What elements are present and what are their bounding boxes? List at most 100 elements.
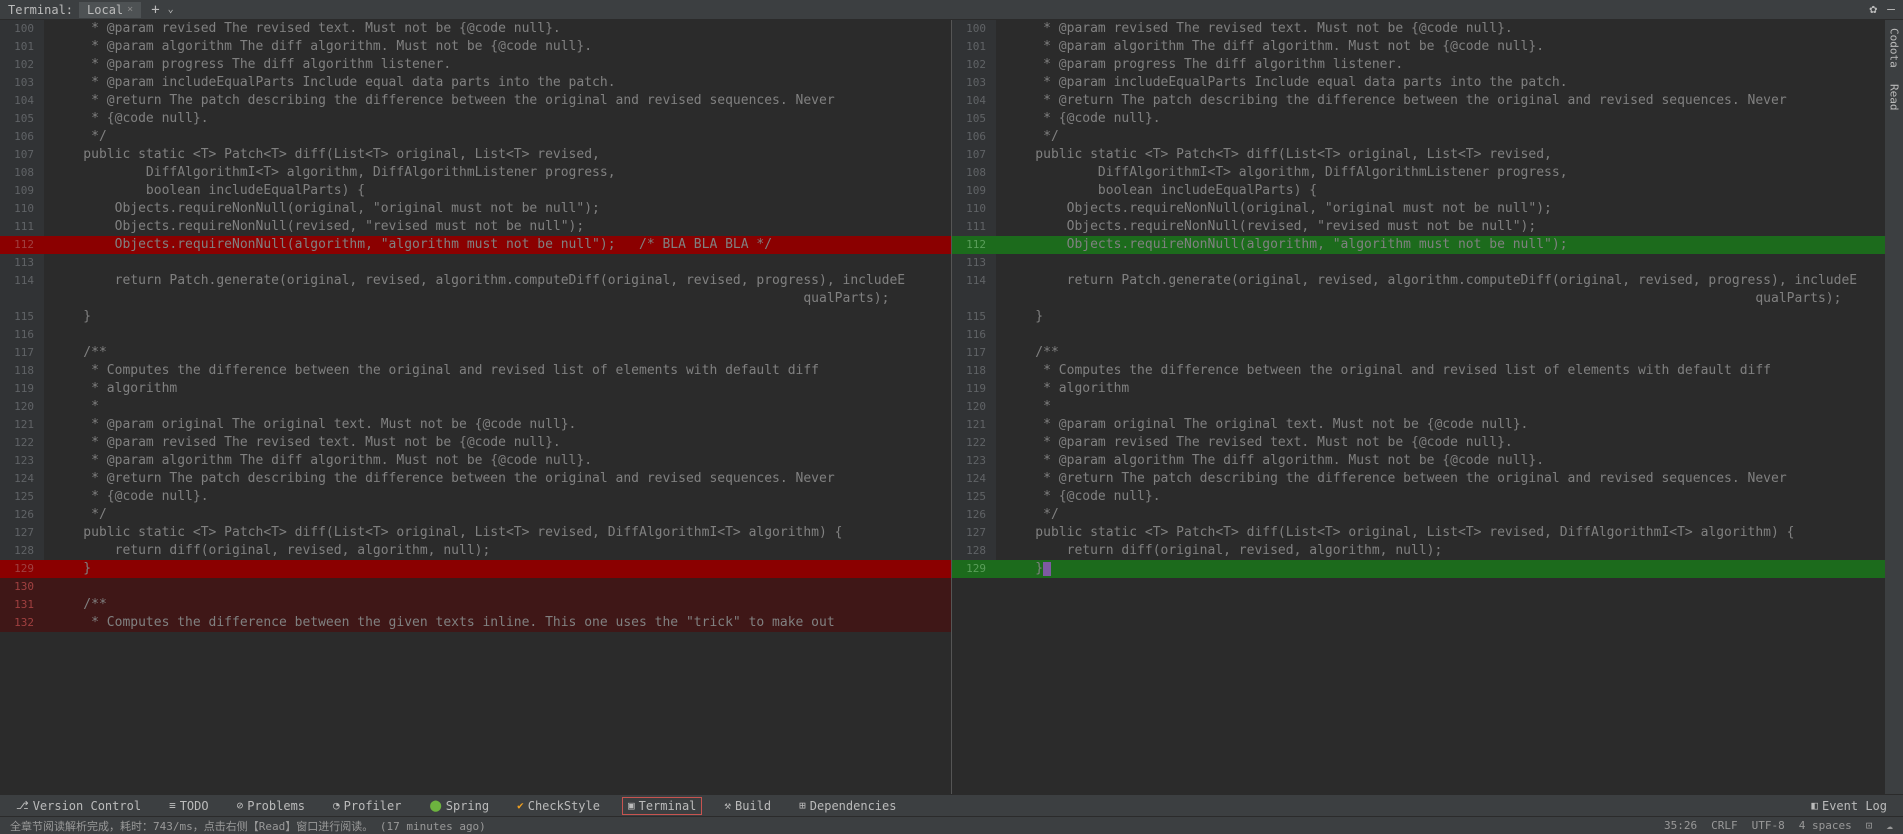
line-number: 111 xyxy=(0,218,44,236)
code-line[interactable]: 131 /** xyxy=(0,596,951,614)
code-line[interactable]: 107 public static <T> Patch<T> diff(List… xyxy=(0,146,951,164)
code-line[interactable]: 128 return diff(original, revised, algor… xyxy=(0,542,951,560)
code-line[interactable]: 125 * {@code null}. xyxy=(952,488,1903,506)
tab-dropdown-icon[interactable]: ⌄ xyxy=(168,4,174,15)
code-text: qualParts); xyxy=(44,290,951,308)
code-text: * Computes the difference between the or… xyxy=(44,362,951,380)
code-line[interactable]: 132 * Computes the difference between th… xyxy=(0,614,951,632)
code-line[interactable]: 115 } xyxy=(0,308,951,326)
code-line[interactable]: 126 */ xyxy=(952,506,1903,524)
code-line[interactable]: 123 * @param algorithm The diff algorith… xyxy=(0,452,951,470)
code-line[interactable]: 103 * @param includeEqualParts Include e… xyxy=(952,74,1903,92)
code-line[interactable]: 101 * @param algorithm The diff algorith… xyxy=(952,38,1903,56)
code-line[interactable]: qualParts); xyxy=(0,290,951,308)
code-line[interactable]: 117 /** xyxy=(0,344,951,362)
code-line[interactable]: 117 /** xyxy=(952,344,1903,362)
indent-setting[interactable]: 4 spaces xyxy=(1799,819,1852,832)
code-line[interactable]: 100 * @param revised The revised text. M… xyxy=(952,20,1903,38)
cursor-position[interactable]: 35:26 xyxy=(1664,819,1697,832)
profiler-tool[interactable]: ◔ Profiler xyxy=(327,797,407,815)
code-text: * @param algorithm The diff algorithm. M… xyxy=(44,452,951,470)
code-line[interactable]: 100 * @param revised The revised text. M… xyxy=(0,20,951,38)
right-code-area[interactable]: 100 * @param revised The revised text. M… xyxy=(952,20,1903,794)
close-tab-icon[interactable]: × xyxy=(127,4,133,15)
code-text: * {@code null}. xyxy=(996,488,1903,506)
line-number: 122 xyxy=(0,434,44,452)
code-line[interactable]: 127 public static <T> Patch<T> diff(List… xyxy=(952,524,1903,542)
code-line[interactable]: 119 * algorithm xyxy=(0,380,951,398)
code-line[interactable]: 111 Objects.requireNonNull(revised, "rev… xyxy=(952,218,1903,236)
code-text: boolean includeEqualParts) { xyxy=(44,182,951,200)
code-line[interactable]: 121 * @param original The original text.… xyxy=(952,416,1903,434)
code-line[interactable]: 106 */ xyxy=(0,128,951,146)
code-line[interactable]: 128 return diff(original, revised, algor… xyxy=(952,542,1903,560)
code-line[interactable]: 130 xyxy=(0,578,951,596)
code-line[interactable]: 126 */ xyxy=(0,506,951,524)
code-line[interactable]: 115 } xyxy=(952,308,1903,326)
code-line[interactable]: 109 boolean includeEqualParts) { xyxy=(952,182,1903,200)
todo-tool[interactable]: ≡ TODO xyxy=(163,797,215,815)
code-text: return Patch.generate(original, revised,… xyxy=(44,272,951,290)
code-line[interactable]: 104 * @return The patch describing the d… xyxy=(952,92,1903,110)
code-line[interactable]: 113 xyxy=(952,254,1903,272)
code-line[interactable]: 118 * Computes the difference between th… xyxy=(0,362,951,380)
code-line[interactable]: 122 * @param revised The revised text. M… xyxy=(0,434,951,452)
code-line[interactable]: 105 * {@code null}. xyxy=(0,110,951,128)
spring-tool[interactable]: ⬤ Spring xyxy=(423,797,495,815)
terminal-tool[interactable]: ▣ Terminal xyxy=(622,797,702,815)
dependencies-tool[interactable]: ⊞ Dependencies xyxy=(793,797,902,815)
code-line[interactable]: 111 Objects.requireNonNull(revised, "rev… xyxy=(0,218,951,236)
code-line[interactable]: 116 xyxy=(952,326,1903,344)
checkstyle-tool[interactable]: ✔ CheckStyle xyxy=(511,797,606,815)
code-line[interactable]: 124 * @return The patch describing the d… xyxy=(952,470,1903,488)
code-line[interactable]: 108 DiffAlgorithmI<T> algorithm, DiffAlg… xyxy=(0,164,951,182)
code-line[interactable]: 113 xyxy=(0,254,951,272)
code-line[interactable]: 110 Objects.requireNonNull(original, "or… xyxy=(952,200,1903,218)
code-line[interactable]: 105 * {@code null}. xyxy=(952,110,1903,128)
code-line[interactable]: 129 } xyxy=(952,560,1903,578)
code-line[interactable]: 104 * @return The patch describing the d… xyxy=(0,92,951,110)
version-control-tool[interactable]: ⎇ Version Control xyxy=(10,797,147,815)
code-line[interactable]: 114 return Patch.generate(original, revi… xyxy=(0,272,951,290)
code-line[interactable]: 101 * @param algorithm The diff algorith… xyxy=(0,38,951,56)
settings-icon[interactable]: ✿ xyxy=(1869,2,1877,17)
code-line[interactable]: 102 * @param progress The diff algorithm… xyxy=(0,56,951,74)
code-line[interactable]: 110 Objects.requireNonNull(original, "or… xyxy=(0,200,951,218)
code-line[interactable]: 114 return Patch.generate(original, revi… xyxy=(952,272,1903,290)
event-log-tool[interactable]: ◧ Event Log xyxy=(1805,797,1893,815)
read-tool[interactable]: Read xyxy=(1888,84,1901,111)
terminal-tab-local[interactable]: Local × xyxy=(79,2,141,18)
code-line[interactable]: 129 } xyxy=(0,560,951,578)
code-line[interactable]: 127 public static <T> Patch<T> diff(List… xyxy=(0,524,951,542)
code-line[interactable]: 124 * @return The patch describing the d… xyxy=(0,470,951,488)
code-line[interactable]: 102 * @param progress The diff algorithm… xyxy=(952,56,1903,74)
code-line[interactable]: 116 xyxy=(0,326,951,344)
add-tab-icon[interactable]: + xyxy=(151,2,159,18)
code-line[interactable]: 118 * Computes the difference between th… xyxy=(952,362,1903,380)
code-line[interactable]: 122 * @param revised The revised text. M… xyxy=(952,434,1903,452)
code-text: * @param original The original text. Mus… xyxy=(996,416,1903,434)
code-line[interactable]: 103 * @param includeEqualParts Include e… xyxy=(0,74,951,92)
code-line[interactable]: qualParts); xyxy=(952,290,1903,308)
code-line[interactable]: 119 * algorithm xyxy=(952,380,1903,398)
code-line[interactable]: 123 * @param algorithm The diff algorith… xyxy=(952,452,1903,470)
code-line[interactable]: 107 public static <T> Patch<T> diff(List… xyxy=(952,146,1903,164)
line-separator[interactable]: CRLF xyxy=(1711,819,1738,832)
code-line[interactable]: 108 DiffAlgorithmI<T> algorithm, DiffAlg… xyxy=(952,164,1903,182)
problems-tool[interactable]: ⊘ Problems xyxy=(231,797,311,815)
code-line[interactable]: 125 * {@code null}. xyxy=(0,488,951,506)
code-line[interactable]: 120 * xyxy=(952,398,1903,416)
code-line[interactable]: 109 boolean includeEqualParts) { xyxy=(0,182,951,200)
left-code-area[interactable]: 100 * @param revised The revised text. M… xyxy=(0,20,951,794)
chat-icon[interactable]: ☁ xyxy=(1886,819,1893,832)
code-line[interactable]: 121 * @param original The original text.… xyxy=(0,416,951,434)
minimize-icon[interactable]: — xyxy=(1887,2,1895,17)
code-line[interactable]: 120 * xyxy=(0,398,951,416)
code-line[interactable]: 106 */ xyxy=(952,128,1903,146)
goto-line-icon[interactable]: ⊡ xyxy=(1866,819,1873,832)
build-tool[interactable]: ⚒ Build xyxy=(718,797,777,815)
encoding[interactable]: UTF-8 xyxy=(1752,819,1785,832)
codota-tool[interactable]: Codota xyxy=(1888,28,1901,68)
code-line[interactable]: 112 Objects.requireNonNull(algorithm, "a… xyxy=(952,236,1903,254)
code-line[interactable]: 112 Objects.requireNonNull(algorithm, "a… xyxy=(0,236,951,254)
